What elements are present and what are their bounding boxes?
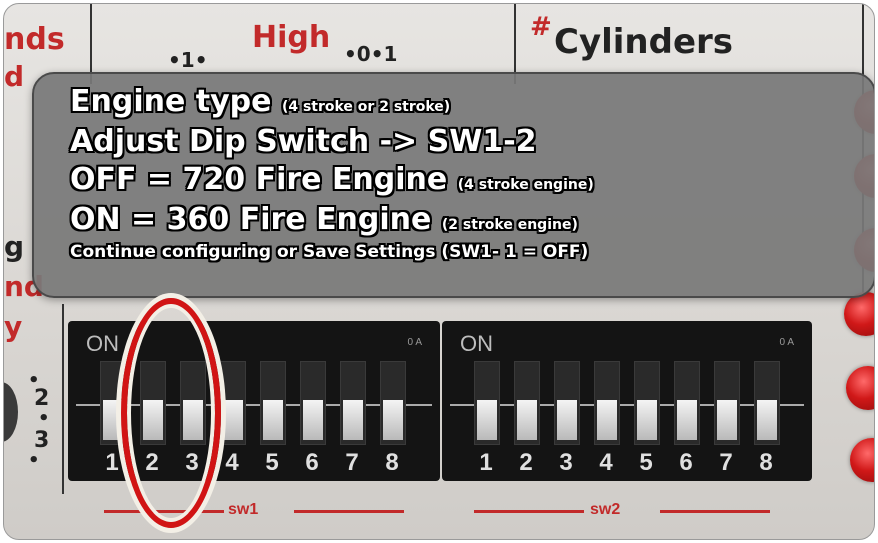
sw2-switch-4-knob	[597, 400, 617, 440]
sw2-on-label: ON	[460, 331, 493, 356]
highlight-ring-sw1-2	[121, 298, 221, 528]
engine-type-title: Engine type	[70, 84, 272, 119]
sw1-number-5: 5	[265, 449, 279, 476]
led-6	[850, 438, 874, 482]
board-label-fragment-d: d	[4, 60, 25, 93]
sw1-label: sw1	[228, 501, 259, 518]
sw1-switch-4-knob	[223, 400, 243, 440]
board-label-fragment-y: y	[4, 310, 23, 343]
board-dial-marks-2: •0•1	[344, 42, 398, 66]
sw1-number-7: 7	[345, 449, 359, 476]
overlay-line-adjust: Adjust Dip Switch -> SW1-2	[70, 124, 537, 159]
sw2-switch-1-knob	[477, 400, 497, 440]
sw1-oa-label: 0 A	[407, 337, 422, 348]
sw1-switch-6-knob	[303, 400, 323, 440]
on-setting-note: (2 stroke engine)	[441, 217, 578, 233]
off-setting-text: OFF = 720 Fire Engine	[70, 162, 448, 197]
sw2-number-8: 8	[759, 449, 773, 476]
sw1-switch-8	[380, 361, 406, 445]
sw2-switch-7	[714, 361, 740, 445]
sw2-switch-6	[674, 361, 700, 445]
on-setting-text: ON = 360 Fire Engine	[70, 202, 432, 237]
sw1-switch-7	[340, 361, 366, 445]
sw2-number-7: 7	[719, 449, 733, 476]
sw2-oa-label: 0 A	[779, 337, 794, 348]
sw2-switch-5	[634, 361, 660, 445]
sw2-switch-5-knob	[637, 400, 657, 440]
sw2-number-1: 1	[479, 449, 493, 476]
sw1-number-8: 8	[385, 449, 399, 476]
sw1-switch-4	[220, 361, 246, 445]
board-label-fragment-g: g	[4, 230, 25, 263]
board-label-high: High	[252, 20, 331, 55]
board-dial-marks-1: •1•	[168, 48, 208, 72]
instruction-overlay: Engine type (4 stroke or 2 stroke) Adjus…	[32, 72, 874, 298]
led-5	[846, 366, 874, 410]
sw2-rail	[450, 404, 804, 406]
board-label-cylinders: Cylinders	[554, 22, 734, 62]
overlay-line-on: ON = 360 Fire Engine (2 stroke engine)	[70, 202, 578, 237]
sw1-switch-5	[260, 361, 286, 445]
sw1-switch-8-knob	[383, 400, 403, 440]
sw2-number-2: 2	[519, 449, 533, 476]
sw2-switch-2	[514, 361, 540, 445]
board-dot-3: •	[28, 450, 40, 471]
sw1-on-label: ON	[86, 331, 119, 356]
sw2-switch-1	[474, 361, 500, 445]
board-dot-1: •	[28, 370, 40, 391]
sw1-number-6: 6	[305, 449, 319, 476]
dip-switch-sw2: ON 0 A 12345678	[442, 321, 812, 481]
sw2-number-6: 6	[679, 449, 693, 476]
sw1-switch-6	[300, 361, 326, 445]
photo-frame: nds d High •1• •0•1 # Cylinders g nd y 2…	[3, 3, 875, 540]
sw2-switch-6-knob	[677, 400, 697, 440]
sw2-switch-3	[554, 361, 580, 445]
sw2-switch-8	[754, 361, 780, 445]
sw2-label: sw2	[590, 501, 621, 518]
board-outline-left	[62, 304, 64, 494]
sw2-switch-4	[594, 361, 620, 445]
board-dot-2: •	[38, 408, 50, 429]
sw1-line-right	[294, 510, 404, 513]
board-label-hash: #	[530, 12, 552, 42]
overlay-line-engine-type: Engine type (4 stroke or 2 stroke)	[70, 84, 450, 119]
sw2-number-3: 3	[559, 449, 573, 476]
board-label-fragment-nds: nds	[4, 22, 65, 57]
sw1-number-4: 4	[225, 449, 239, 476]
sw1-switch-7-knob	[343, 400, 363, 440]
sw2-switch-2-knob	[517, 400, 537, 440]
led-4	[844, 292, 874, 336]
sw2-number-5: 5	[639, 449, 653, 476]
overlay-line-continue: Continue configuring or Save Settings (S…	[70, 242, 589, 262]
sw2-line-left	[474, 510, 584, 513]
sw1-switch-5-knob	[263, 400, 283, 440]
engine-type-note: (4 stroke or 2 stroke)	[281, 99, 451, 115]
sw2-line-right	[660, 510, 770, 513]
sw2-switch-8-knob	[757, 400, 777, 440]
rotary-knob	[4, 382, 18, 442]
overlay-line-off: OFF = 720 Fire Engine (4 stroke engine)	[70, 162, 594, 197]
sw1-number-1: 1	[105, 449, 119, 476]
sw2-switch-7-knob	[717, 400, 737, 440]
off-setting-note: (4 stroke engine)	[457, 177, 594, 193]
sw1-switch-1-knob	[103, 400, 123, 440]
sw2-number-4: 4	[599, 449, 613, 476]
sw2-switch-3-knob	[557, 400, 577, 440]
